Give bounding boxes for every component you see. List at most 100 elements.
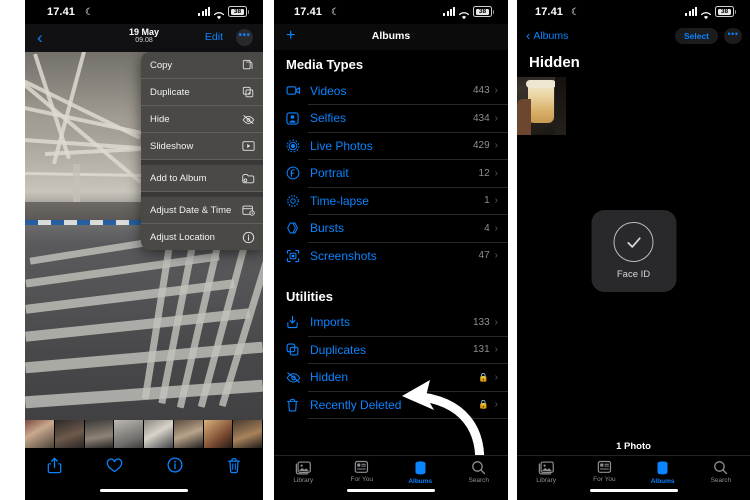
eye-slash-icon <box>286 371 306 384</box>
bursts-icon <box>286 221 306 235</box>
album-row-live-photos[interactable]: Live Photos 429 › <box>274 132 508 160</box>
tab-library[interactable]: Library <box>517 460 575 492</box>
cellular-signal-icon <box>443 7 455 16</box>
more-options-button[interactable]: ••• <box>724 28 742 44</box>
album-row-hidden[interactable]: Hidden 🔒 › <box>274 364 508 391</box>
chevron-right-icon: › <box>494 167 498 179</box>
favorite-button[interactable] <box>106 457 123 473</box>
album-count: 429 <box>472 140 490 152</box>
wifi-icon <box>700 7 712 20</box>
album-row-screenshots[interactable]: Screenshots 47 › <box>274 242 508 270</box>
album-label: Screenshots <box>310 248 377 263</box>
photo-nav-bar: ‹ 19 May 09.08 Edit ••• <box>25 24 263 52</box>
screenshot-stage: 17.41 ☾ 38 ‹ 19 May 09.08 Edit ••• Copy … <box>0 0 750 500</box>
album-row-bursts[interactable]: Bursts 4 › <box>274 215 508 242</box>
tab-for-you[interactable]: For You <box>333 460 392 492</box>
row-divider <box>308 418 508 419</box>
menu-label: Copy <box>150 59 173 71</box>
share-button[interactable] <box>47 457 62 474</box>
more-options-button[interactable]: ••• <box>236 29 253 46</box>
delete-button[interactable] <box>227 457 241 474</box>
menu-item-adjust-date-time[interactable]: Adjust Date & Time <box>141 197 263 224</box>
tab-albums[interactable]: Albums <box>391 460 450 492</box>
battery-level: 38 <box>231 8 244 15</box>
hidden-nav-bar: ‹ Albums Select ••• <box>517 24 750 48</box>
tab-label: For You <box>350 476 373 483</box>
album-count: 4 <box>484 222 490 234</box>
filmstrip-thumb[interactable] <box>203 420 234 448</box>
select-button[interactable]: Select <box>674 28 718 44</box>
duplicate-icon <box>241 85 255 99</box>
filmstrip-thumb[interactable] <box>173 420 204 448</box>
menu-label: Add to Album <box>150 172 207 184</box>
photo-context-menu[interactable]: Copy Duplicate Hide Slideshow Add to Alb… <box>141 52 263 250</box>
photo-filmstrip[interactable] <box>25 420 263 448</box>
chevron-right-icon: › <box>494 85 498 97</box>
album-row-duplicates[interactable]: Duplicates 131 › <box>274 336 508 364</box>
photo-time: 09.08 <box>135 37 153 44</box>
cellular-signal-icon <box>198 7 210 16</box>
tab-for-you[interactable]: For You <box>575 460 633 492</box>
face-id-label: Face ID <box>616 269 651 280</box>
album-row-portrait[interactable]: Portrait 12 › <box>274 160 508 187</box>
album-row-recently-deleted[interactable]: Recently Deleted 🔒 › <box>274 391 508 419</box>
albums-nav-bar: + Albums <box>274 24 508 50</box>
import-icon <box>286 315 306 329</box>
info-button[interactable] <box>167 457 183 473</box>
home-indicator <box>347 488 435 492</box>
tab-search[interactable]: Search <box>692 460 750 492</box>
album-row-time-lapse[interactable]: Time-lapse 1 › <box>274 187 508 215</box>
lock-icon: 🔒 <box>478 371 489 382</box>
tab-label: Library <box>536 477 557 484</box>
album-label: Bursts <box>310 221 345 236</box>
cup-lid <box>526 80 556 88</box>
filmstrip-thumb[interactable] <box>233 420 263 448</box>
filmstrip-thumb[interactable] <box>54 420 85 448</box>
tab-albums[interactable]: Albums <box>634 460 692 492</box>
add-to-album-icon <box>241 171 255 185</box>
album-label: Selfies <box>310 111 347 126</box>
menu-item-add-to-album[interactable]: Add to Album <box>141 165 263 192</box>
tab-search[interactable]: Search <box>450 460 509 492</box>
menu-item-copy[interactable]: Copy <box>141 52 263 79</box>
chevron-right-icon: › <box>494 371 498 383</box>
photo-thumbnail[interactable] <box>517 77 566 135</box>
tab-label: Library <box>293 477 314 484</box>
edit-button[interactable]: Edit <box>205 31 223 43</box>
page-title: Albums <box>371 30 411 42</box>
lock-icon: 🔒 <box>478 399 489 410</box>
filmstrip-thumb[interactable] <box>84 420 115 448</box>
album-label: Videos <box>310 83 347 98</box>
status-indicators: 38 <box>685 6 736 20</box>
filmstrip-thumb[interactable] <box>144 420 174 448</box>
filmstrip-thumb[interactable] <box>114 420 144 448</box>
status-bar: 17.41 ☾ 38 <box>517 0 750 24</box>
menu-item-adjust-location[interactable]: Adjust Location <box>141 224 263 250</box>
portrait-icon <box>286 166 306 180</box>
album-row-imports[interactable]: Imports 133 › <box>274 309 508 336</box>
menu-item-duplicate[interactable]: Duplicate <box>141 79 263 106</box>
battery-icon: 38 <box>473 6 494 17</box>
crescent-moon-icon: ☾ <box>571 7 580 18</box>
album-count: 434 <box>472 112 490 124</box>
album-label: Recently Deleted <box>310 397 402 412</box>
checkmark-circle-icon <box>613 222 654 262</box>
chevron-right-icon: › <box>494 250 498 262</box>
chevron-right-icon: › <box>494 399 498 411</box>
status-time: 17.41 <box>535 6 564 18</box>
crescent-moon-icon: ☾ <box>85 7 94 18</box>
status-bar: 17.41 ☾ 38 <box>274 0 508 24</box>
menu-label: Adjust Location <box>150 231 215 243</box>
album-label: Live Photos <box>310 138 373 153</box>
album-row-videos[interactable]: Videos 443 › <box>274 77 508 105</box>
filmstrip-thumb[interactable] <box>25 420 55 448</box>
photo-date: 19 May <box>128 27 160 37</box>
album-row-selfies[interactable]: Selfies 434 › <box>274 105 508 132</box>
tab-library[interactable]: Library <box>274 460 333 492</box>
back-to-albums-button[interactable]: ‹ Albums <box>526 28 568 43</box>
album-count: 1 <box>484 195 490 207</box>
menu-item-hide[interactable]: Hide <box>141 106 263 133</box>
menu-item-slideshow[interactable]: Slideshow <box>141 133 263 160</box>
album-label: Portrait <box>310 166 349 181</box>
